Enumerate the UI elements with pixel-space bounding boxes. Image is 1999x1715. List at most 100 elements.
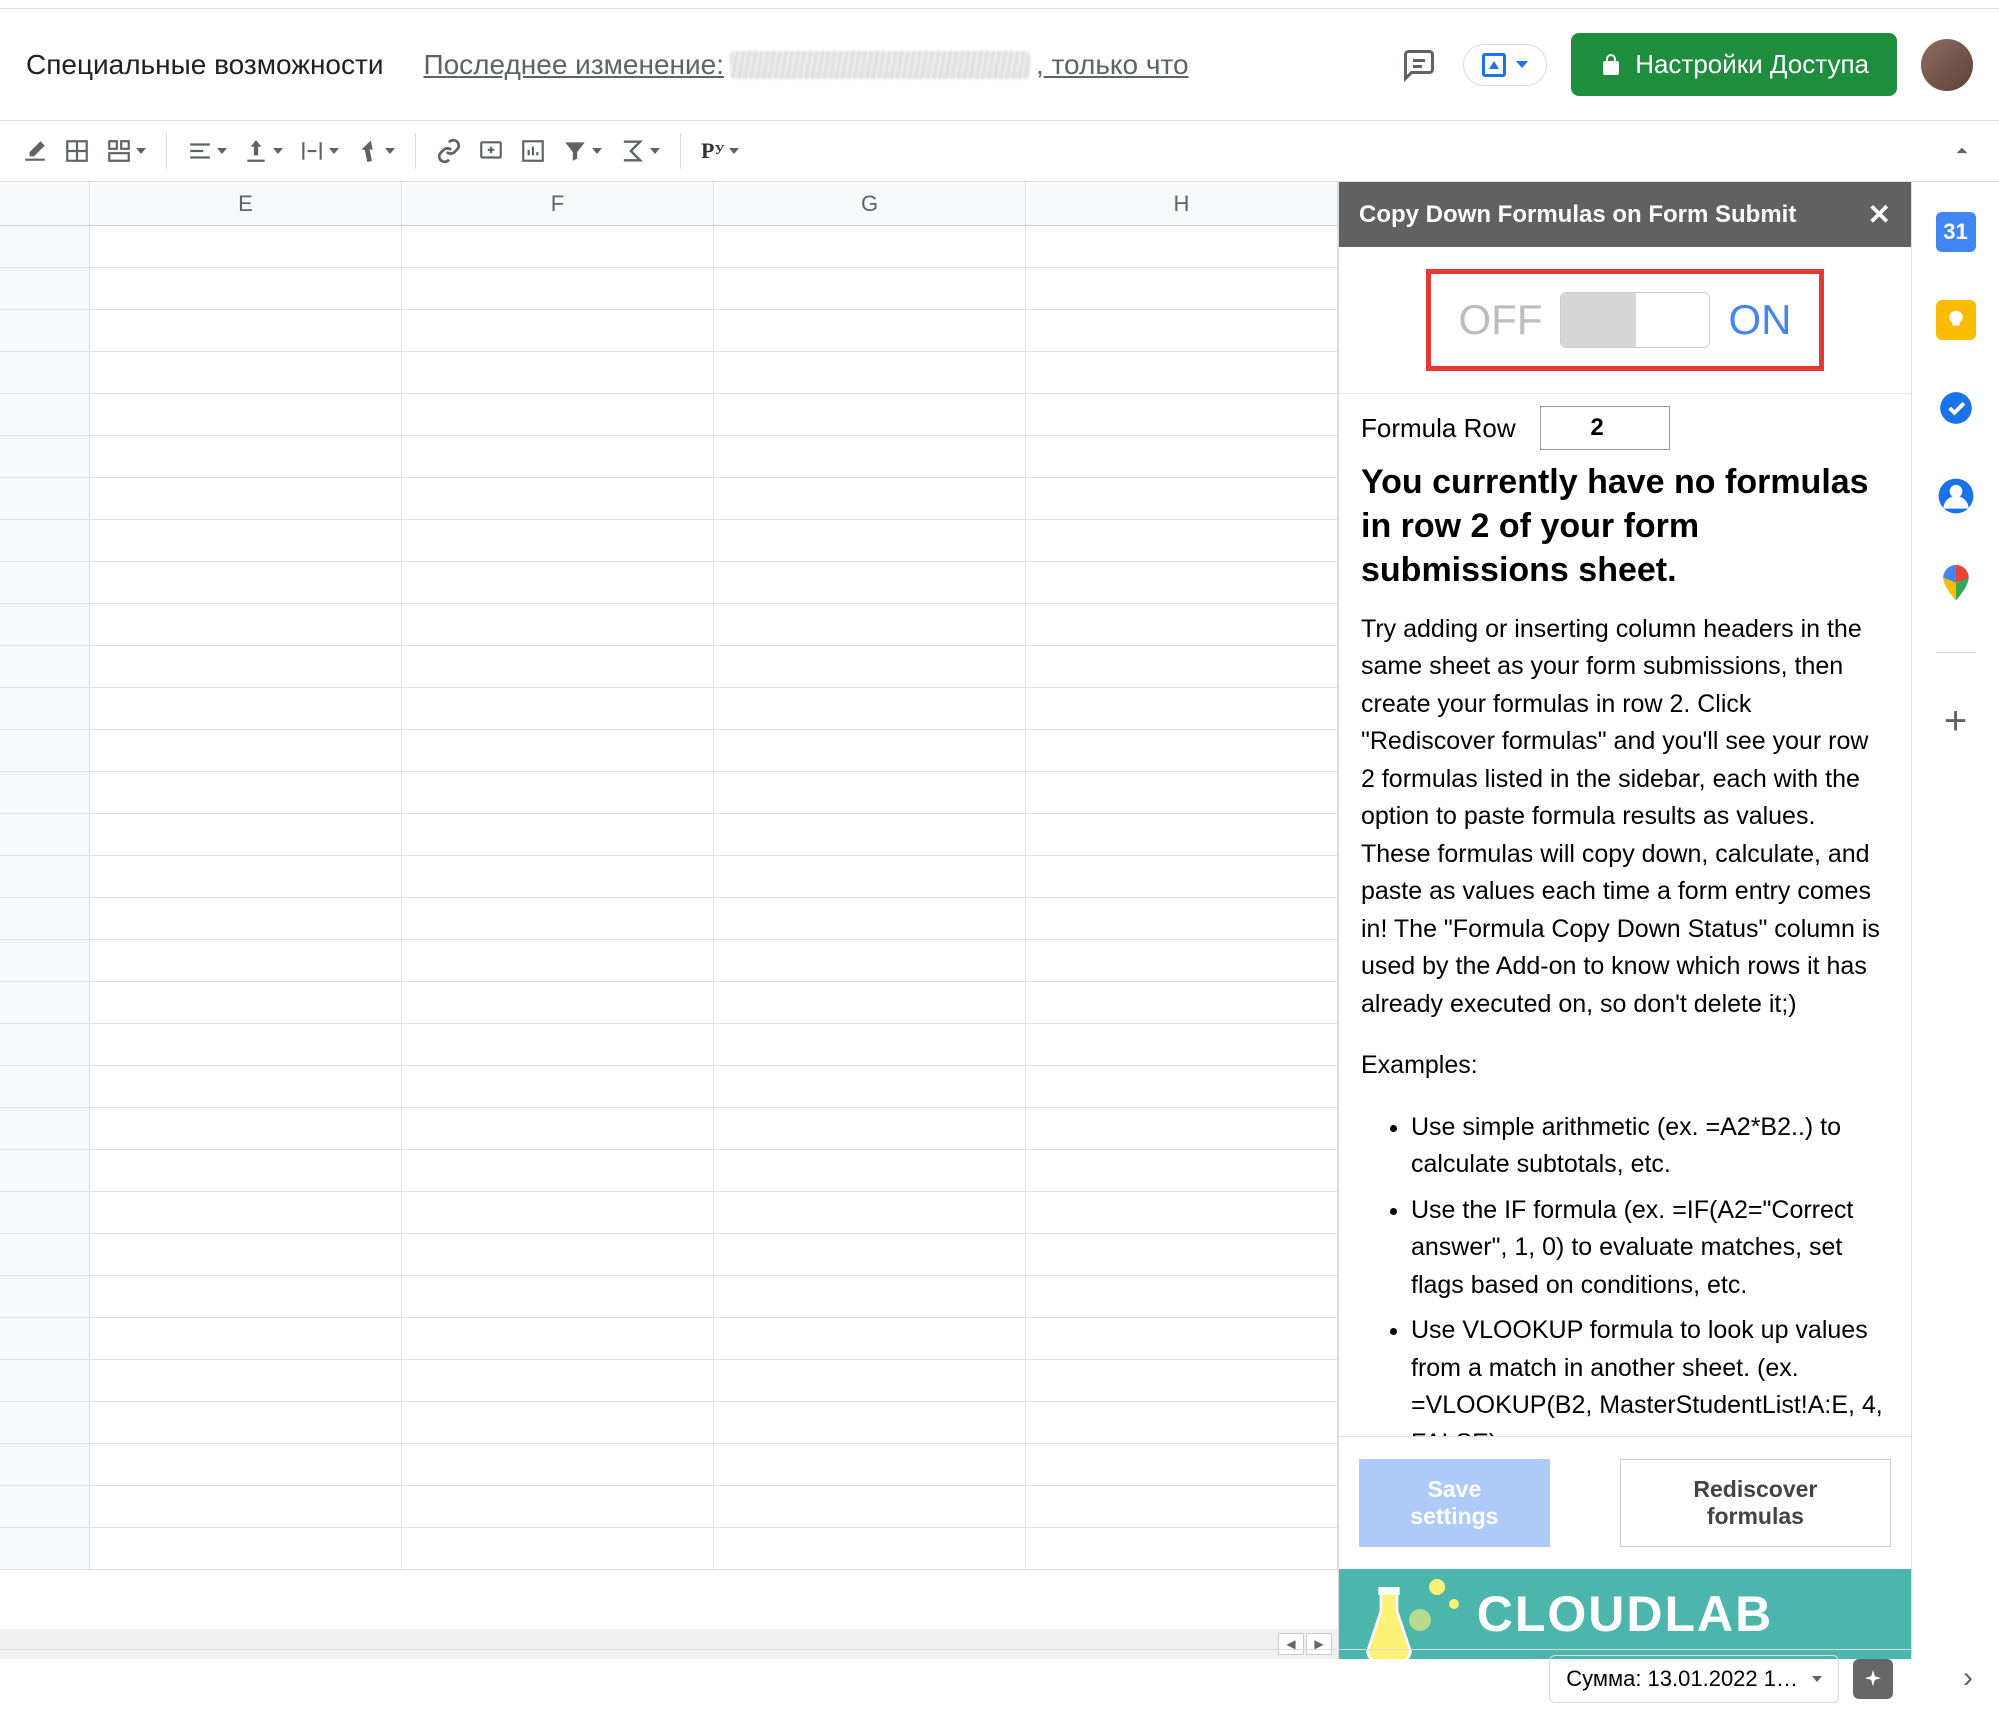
insert-chart-button[interactable] <box>514 131 552 171</box>
grid-row[interactable] <box>0 268 1338 310</box>
col-header[interactable]: H <box>1026 182 1338 225</box>
quicksum-dropdown[interactable]: Сумма: 13.01.2022 1… <box>1549 1655 1839 1703</box>
cloudlab-banner[interactable]: CLOUDLAB <box>1339 1569 1911 1659</box>
toggle-on-label: ON <box>1728 296 1791 344</box>
account-avatar[interactable] <box>1921 39 1973 91</box>
grid-row[interactable] <box>0 688 1338 730</box>
vertical-align-button[interactable] <box>237 131 289 171</box>
status-bar: Сумма: 13.01.2022 1… <box>0 1649 1911 1707</box>
grid-row[interactable] <box>0 814 1338 856</box>
grid-row[interactable] <box>0 772 1338 814</box>
text-wrap-button[interactable] <box>293 131 345 171</box>
menu-accessibility[interactable]: Специальные возможности <box>26 49 383 81</box>
insert-link-button[interactable] <box>430 131 468 171</box>
column-headers: E F G H <box>0 182 1338 226</box>
chevron-down-icon <box>1812 1676 1822 1682</box>
grid-row[interactable] <box>0 436 1338 478</box>
save-settings-button[interactable]: Save settings <box>1359 1459 1550 1547</box>
grid-row[interactable] <box>0 898 1338 940</box>
grid-row[interactable] <box>0 1024 1338 1066</box>
present-icon <box>1482 53 1506 77</box>
example-item: Use simple arithmetic (ex. =A2*B2..) to … <box>1411 1109 1889 1184</box>
grid-row[interactable] <box>0 1528 1338 1570</box>
grid-row[interactable] <box>0 562 1338 604</box>
grid-row[interactable] <box>0 604 1338 646</box>
grid-row[interactable] <box>0 1234 1338 1276</box>
share-label: Настройки Доступа <box>1635 49 1869 80</box>
grid-row[interactable] <box>0 646 1338 688</box>
toolbar: РУ <box>0 120 1999 182</box>
spreadsheet-grid[interactable]: E F G H ◀ ▶ <box>0 182 1338 1659</box>
last-edit-prefix: Последнее изменение: <box>423 49 724 81</box>
grid-row[interactable] <box>0 1066 1338 1108</box>
grid-row[interactable] <box>0 310 1338 352</box>
sidebar-header: Copy Down Formulas on Form Submit ✕ <box>1339 182 1911 247</box>
functions-button[interactable] <box>612 131 666 171</box>
formula-row-label: Formula Row <box>1361 413 1516 444</box>
grid-row[interactable] <box>0 940 1338 982</box>
keep-icon[interactable] <box>1936 300 1976 340</box>
grid-row[interactable] <box>0 1318 1338 1360</box>
redacted-author <box>730 51 1030 79</box>
share-button[interactable]: Настройки Доступа <box>1571 33 1897 96</box>
sidebar-heading: You currently have no formulas in row 2 … <box>1361 460 1889 593</box>
examples-label: Examples: <box>1361 1047 1889 1085</box>
input-tools-button[interactable]: РУ <box>695 131 745 171</box>
text-rotation-button[interactable] <box>349 131 401 171</box>
grid-row[interactable] <box>0 226 1338 268</box>
last-edit-link[interactable]: Последнее изменение: , только что <box>423 49 1188 81</box>
menubar-row: Специальные возможности Последнее измене… <box>0 9 1999 120</box>
addon-sidebar: Copy Down Formulas on Form Submit ✕ OFF … <box>1338 182 1911 1659</box>
sidebar-title: Copy Down Formulas on Form Submit <box>1359 201 1796 229</box>
quicksum-label: Сумма: 13.01.2022 1… <box>1566 1666 1798 1692</box>
grid-row[interactable] <box>0 1150 1338 1192</box>
horizontal-align-button[interactable] <box>181 131 233 171</box>
grid-row[interactable] <box>0 856 1338 898</box>
toggle-off-label: OFF <box>1459 296 1543 344</box>
col-header[interactable]: F <box>402 182 714 225</box>
paint-format-button[interactable] <box>16 131 54 171</box>
last-edit-suffix: , только что <box>1036 49 1189 81</box>
col-header[interactable]: E <box>90 182 402 225</box>
grid-row[interactable] <box>0 982 1338 1024</box>
maps-icon[interactable] <box>1936 564 1976 604</box>
grid-row[interactable] <box>0 478 1338 520</box>
merge-cells-button[interactable] <box>100 131 152 171</box>
calendar-icon[interactable]: 31 <box>1936 212 1976 252</box>
cloudlab-label: CLOUDLAB <box>1477 1585 1774 1643</box>
grid-row[interactable] <box>0 394 1338 436</box>
grid-row[interactable] <box>0 352 1338 394</box>
grid-row[interactable] <box>0 1276 1338 1318</box>
enable-toggle-highlight: OFF ON <box>1426 269 1825 371</box>
example-item: Use VLOOKUP formula to look up values fr… <box>1411 1312 1889 1436</box>
hide-rail-button[interactable]: › <box>1963 1661 1973 1695</box>
contacts-icon[interactable] <box>1936 476 1976 516</box>
grid-row[interactable] <box>0 1192 1338 1234</box>
comments-icon[interactable] <box>1399 45 1439 85</box>
grid-row[interactable] <box>0 1402 1338 1444</box>
explore-button[interactable] <box>1853 1659 1893 1699</box>
close-icon[interactable]: ✕ <box>1868 198 1891 231</box>
borders-button[interactable] <box>58 131 96 171</box>
col-header[interactable]: G <box>714 182 1026 225</box>
grid-row[interactable] <box>0 1108 1338 1150</box>
insert-comment-button[interactable] <box>472 131 510 171</box>
sidebar-body-text: Try adding or inserting column headers i… <box>1361 611 1889 1024</box>
rediscover-formulas-button[interactable]: Rediscover formulas <box>1620 1459 1891 1547</box>
grid-row[interactable] <box>0 730 1338 772</box>
grid-row[interactable] <box>0 1486 1338 1528</box>
grid-row[interactable] <box>0 1444 1338 1486</box>
present-button[interactable] <box>1463 44 1547 86</box>
example-item: Use the IF formula (ex. =IF(A2="Correct … <box>1411 1192 1889 1305</box>
grid-row[interactable] <box>0 1360 1338 1402</box>
add-addon-button[interactable]: + <box>1936 701 1976 741</box>
formula-row-input[interactable] <box>1540 406 1670 450</box>
grid-row[interactable] <box>0 520 1338 562</box>
lock-icon <box>1599 53 1623 77</box>
examples-list: Use simple arithmetic (ex. =A2*B2..) to … <box>1361 1109 1889 1436</box>
filter-button[interactable] <box>556 131 608 171</box>
collapse-toolbar-button[interactable] <box>1943 131 1981 171</box>
tasks-icon[interactable] <box>1936 388 1976 428</box>
chevron-down-icon <box>1516 61 1528 68</box>
enable-toggle[interactable] <box>1560 292 1710 348</box>
